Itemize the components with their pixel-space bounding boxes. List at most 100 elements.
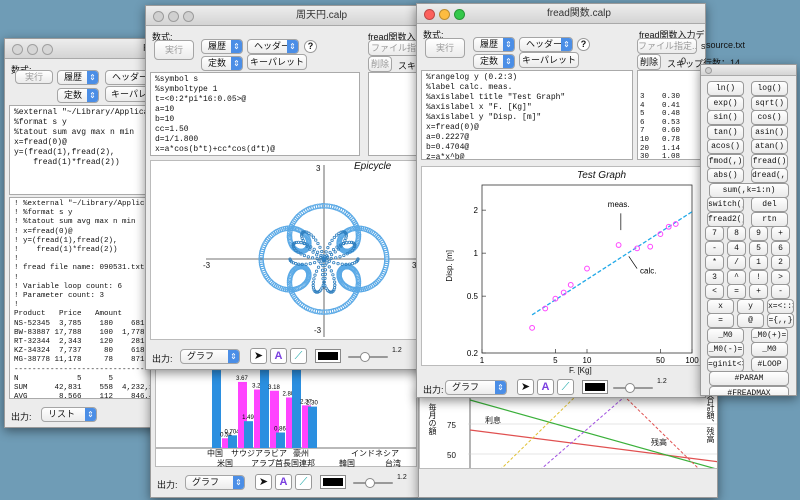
key-button[interactable]: tan() xyxy=(707,124,744,140)
key-button[interactable]: ! xyxy=(749,269,768,285)
key-button[interactable]: atan() xyxy=(751,139,788,154)
key-button[interactable]: _M0 xyxy=(707,327,744,343)
key-button[interactable]: fread2(,) xyxy=(707,211,744,227)
keypalette-button[interactable]: キーパレット xyxy=(519,52,579,68)
color-swatch[interactable] xyxy=(582,380,608,394)
key-button[interactable]: asin() xyxy=(751,124,788,140)
color-swatch[interactable] xyxy=(320,475,346,489)
key-button[interactable]: exp() xyxy=(707,95,744,111)
bar-output-select[interactable]: グラフ xyxy=(185,475,245,490)
key-button[interactable]: / xyxy=(727,255,746,270)
key-button[interactable]: = xyxy=(727,284,746,299)
minimize-button[interactable] xyxy=(439,9,450,20)
fread-data-table[interactable]: 3 0.30 4 0.41 5 0.48 6 0.53 7 0.60 10 0.78 20 1.14 30 1… xyxy=(637,70,705,160)
close-button[interactable] xyxy=(153,11,164,22)
header-select[interactable]: ヘッダー xyxy=(247,39,299,54)
delete-button[interactable]: 削除 xyxy=(368,56,392,72)
key-button[interactable]: - xyxy=(705,240,724,256)
run-button[interactable]: 実行 xyxy=(425,38,465,58)
key-button[interactable]: + xyxy=(749,284,768,299)
color-swatch[interactable] xyxy=(315,349,341,363)
slider-knob[interactable] xyxy=(625,383,635,393)
key-button[interactable]: log() xyxy=(751,81,788,96)
constant-select[interactable]: 定数 xyxy=(473,54,515,69)
key-button[interactable]: 5 xyxy=(749,240,768,256)
key-button[interactable]: 1 xyxy=(749,255,768,270)
key-button[interactable]: - xyxy=(771,284,790,299)
pointer-tool-icon[interactable]: ➤ xyxy=(255,474,272,490)
key-button[interactable]: =ginit<> xyxy=(707,356,744,372)
slider-knob[interactable] xyxy=(360,352,370,362)
key-button[interactable]: del xyxy=(751,197,788,212)
close-button[interactable] xyxy=(424,9,435,20)
keypalette-button[interactable]: キーパレット xyxy=(247,54,307,70)
minimize-button[interactable] xyxy=(168,11,179,22)
key-button[interactable]: dread(,) xyxy=(751,168,788,183)
close-button[interactable] xyxy=(705,67,712,74)
slider-knob[interactable] xyxy=(365,478,375,488)
help-icon[interactable]: ? xyxy=(304,40,317,53)
key-button[interactable]: sin() xyxy=(707,110,744,125)
text-tool-icon[interactable]: A xyxy=(270,348,287,364)
key-button[interactable]: 3 xyxy=(705,269,724,285)
key-button[interactable]: cos() xyxy=(751,110,788,125)
key-button[interactable]: #LOOP xyxy=(751,356,788,372)
skip-value[interactable]: 0 xyxy=(681,56,686,66)
output-select[interactable]: リスト xyxy=(41,407,97,422)
key-button[interactable]: ^ xyxy=(727,269,746,285)
output-select[interactable]: グラフ xyxy=(180,349,240,364)
key-button[interactable]: fread() xyxy=(751,153,788,169)
output-select[interactable]: グラフ xyxy=(445,380,507,395)
key-button[interactable]: _M0 xyxy=(751,342,788,357)
title-bar[interactable]: 周天円.calp xyxy=(146,6,429,26)
run-button[interactable]: 実行 xyxy=(154,40,194,60)
help-icon[interactable]: ? xyxy=(577,38,590,51)
key-button[interactable]: _M0(-)= xyxy=(707,342,744,357)
constant-select[interactable]: 定数 xyxy=(57,88,99,103)
pen-tool-icon[interactable]: ⟋ xyxy=(290,348,307,364)
key-button[interactable]: acos() xyxy=(707,139,744,154)
key-button[interactable]: ={,,} xyxy=(767,313,794,328)
key-button[interactable]: rtn xyxy=(751,211,788,227)
zoom-button[interactable] xyxy=(183,11,194,22)
key-button[interactable]: ln() xyxy=(707,81,744,96)
line-width-slider[interactable] xyxy=(353,478,393,488)
key-button[interactable]: switch(,:) xyxy=(707,197,744,212)
text-tool-icon[interactable]: A xyxy=(275,474,292,490)
line-width-slider[interactable] xyxy=(348,352,388,362)
run-button[interactable]: 実行 xyxy=(15,70,53,84)
key-button[interactable]: 8 xyxy=(727,226,746,241)
key-button[interactable]: sum(,k=1:n) xyxy=(709,182,789,198)
history-select[interactable]: 履歴 xyxy=(57,70,99,85)
key-button[interactable]: 4 xyxy=(727,240,746,256)
line-width-slider[interactable] xyxy=(613,383,653,393)
key-button[interactable]: 2 xyxy=(771,255,790,270)
key-button[interactable]: + xyxy=(771,226,790,241)
close-button[interactable] xyxy=(12,44,23,55)
formula-editor[interactable]: %rangelog y (0.2:3) %label calc. meas. %… xyxy=(421,70,633,160)
key-button[interactable]: x xyxy=(707,298,734,314)
key-button[interactable]: abs() xyxy=(707,168,744,183)
key-button[interactable]: y xyxy=(737,298,764,314)
header-select[interactable]: ヘッダー xyxy=(519,37,573,52)
pointer-tool-icon[interactable]: ➤ xyxy=(517,379,534,395)
file-select-button[interactable]: ファイル指定... xyxy=(637,38,697,54)
key-button[interactable]: @ xyxy=(737,313,764,328)
constant-select[interactable]: 定数 xyxy=(201,56,243,71)
key-button[interactable]: #PARAM xyxy=(709,371,789,386)
pen-tool-icon[interactable]: ⟋ xyxy=(295,474,312,490)
title-bar[interactable]: fread関数.calp xyxy=(417,4,705,24)
key-button[interactable]: * xyxy=(705,255,724,270)
key-button[interactable]: = xyxy=(707,313,734,328)
key-button[interactable]: 9 xyxy=(749,226,768,241)
key-button[interactable]: < xyxy=(705,284,724,299)
key-button[interactable]: > xyxy=(771,269,790,285)
palette-title-bar[interactable] xyxy=(701,65,796,76)
minimize-button[interactable] xyxy=(27,44,38,55)
key-button[interactable]: sqrt() xyxy=(751,95,788,111)
key-button[interactable]: _M0(+)= xyxy=(751,327,788,343)
history-select[interactable]: 履歴 xyxy=(473,37,515,52)
key-button[interactable]: #FREADMAX xyxy=(709,385,789,395)
pen-tool-icon[interactable]: ⟋ xyxy=(557,379,574,395)
formula-editor[interactable]: %symbol s %symboltype 1 t=<0:2*pi*16:0.0… xyxy=(150,72,360,156)
